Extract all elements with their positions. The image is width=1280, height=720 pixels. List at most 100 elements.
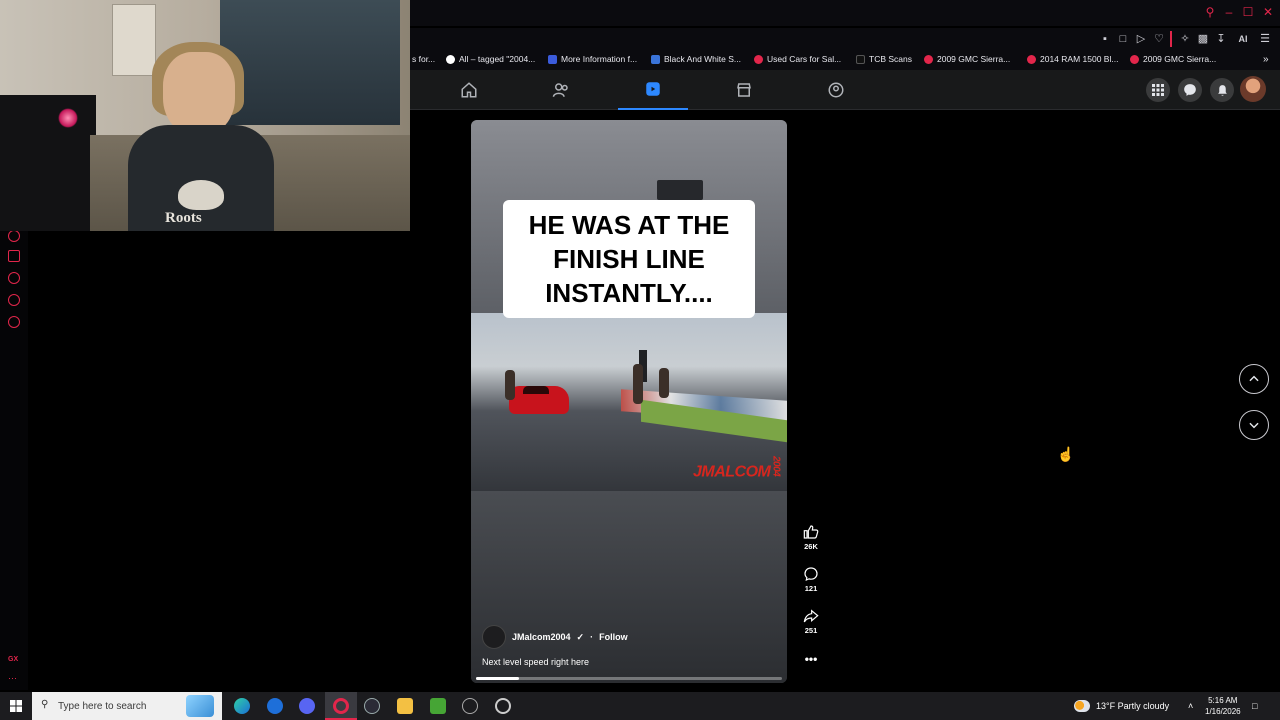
- clock-time: 5:16 AM: [1208, 696, 1238, 705]
- opera-gx-icon: [333, 698, 349, 714]
- bookmark-label: More Information f...: [561, 54, 638, 64]
- reel-owner: JMalcom2004 ✓ · Follow: [482, 625, 628, 649]
- player-icon[interactable]: ▷: [1134, 32, 1148, 46]
- bookmark-item[interactable]: 2009 GMC Sierra...: [924, 54, 1010, 64]
- menu-grid-button[interactable]: [1146, 78, 1170, 102]
- owner-avatar[interactable]: [482, 625, 506, 649]
- bookmark-label: Used Cars for Sal...: [767, 54, 842, 64]
- start-button[interactable]: [0, 692, 32, 720]
- close-icon[interactable]: ✕: [1260, 4, 1276, 20]
- bookmark-favicon-icon: [1027, 54, 1036, 64]
- tab-groups[interactable]: [801, 70, 871, 110]
- avatar[interactable]: [1240, 76, 1266, 102]
- verified-icon: ✓: [576, 631, 585, 642]
- bookmark-item[interactable]: 2014 RAM 1500 Bl...: [1027, 54, 1118, 64]
- clock-date: 1/16/2026: [1205, 707, 1241, 716]
- download-icon[interactable]: ↧: [1214, 32, 1228, 46]
- minimize-icon[interactable]: –: [1221, 4, 1237, 20]
- spectator: [659, 368, 669, 398]
- windows-icon: [10, 700, 22, 712]
- bitdefender-icon[interactable]: [267, 698, 283, 714]
- messenger-icon[interactable]: [8, 250, 20, 262]
- previous-reel-button[interactable]: [1239, 364, 1269, 394]
- obs-icon[interactable]: [364, 698, 380, 714]
- bookmark-item[interactable]: Black And White S...: [651, 54, 741, 64]
- search-placeholder: Type here to search: [58, 700, 147, 712]
- settings-icon[interactable]: [8, 316, 20, 328]
- bookmark-favicon-icon: [856, 54, 865, 64]
- bookmark-item[interactable]: 2009 GMC Sierra...: [1130, 54, 1216, 64]
- heart-icon[interactable]: ♡: [1152, 32, 1166, 46]
- wallet-icon[interactable]: ▩: [1196, 32, 1210, 46]
- ai-button[interactable]: AI: [1232, 32, 1254, 46]
- recording-app-icon[interactable]: [495, 698, 511, 714]
- minecraft-icon[interactable]: [430, 698, 446, 714]
- next-reel-button[interactable]: [1239, 410, 1269, 440]
- search-icon[interactable]: ⚲: [1202, 4, 1218, 20]
- steam-icon[interactable]: [462, 698, 478, 714]
- webcam-hoodie-text: Roots: [165, 210, 202, 226]
- spectator: [633, 364, 643, 404]
- hand-cursor-icon: ☝: [1057, 446, 1075, 462]
- owner-name[interactable]: JMalcom2004: [512, 632, 571, 642]
- friends-icon: [552, 83, 568, 97]
- like-button[interactable]: 26K: [797, 524, 825, 551]
- webcam-overlay: Roots: [0, 0, 410, 231]
- comment-button[interactable]: 121: [797, 566, 825, 593]
- bookmark-item[interactable]: Used Cars for Sal...: [754, 54, 841, 64]
- bell-icon: [1217, 84, 1227, 96]
- race-car-window: [523, 386, 549, 394]
- share-count: 251: [804, 626, 818, 635]
- chevron-down-icon: [1249, 422, 1259, 429]
- taskbar-search-input[interactable]: ⚲ Type here to search: [32, 692, 222, 720]
- tab-marketplace[interactable]: [709, 70, 779, 110]
- bookmark-item[interactable]: More Information f...: [548, 54, 637, 64]
- history-icon[interactable]: [8, 272, 20, 284]
- maximize-icon[interactable]: ☐: [1240, 4, 1256, 20]
- bookmark-label: All – tagged "2004...: [459, 54, 536, 64]
- bookmark-item[interactable]: TCB Scans: [856, 54, 912, 64]
- bookmarks-overflow-icon[interactable]: »: [1263, 54, 1269, 65]
- bookmark-favicon-icon: [548, 54, 557, 64]
- tray-overflow-icon[interactable]: ˄: [1188, 692, 1193, 720]
- bookmark-item[interactable]: s for...: [412, 54, 435, 64]
- webcam-face: [163, 52, 235, 136]
- whatsapp-icon[interactable]: [8, 294, 20, 306]
- gx-control-icon[interactable]: [8, 230, 20, 242]
- notification-center-icon[interactable]: □: [1252, 692, 1257, 720]
- opera-gx-taskbar-item[interactable]: [325, 692, 357, 720]
- watermark: JMALCOM2004: [693, 456, 781, 481]
- bookmark-label: s for...: [412, 54, 436, 64]
- snapshot-icon[interactable]: □: [1116, 32, 1130, 46]
- extensions-icon[interactable]: ✧: [1178, 32, 1192, 46]
- share-button[interactable]: 251: [797, 608, 825, 635]
- comment-icon: [804, 567, 818, 582]
- bookmark-label: 2014 RAM 1500 Bl...: [1040, 54, 1119, 64]
- reel-video[interactable]: HE WAS AT THE FINISH LINE INSTANTLY.... …: [471, 120, 787, 683]
- menu-icon[interactable]: ☰: [1258, 32, 1272, 46]
- pin-icon[interactable]: ▪: [1098, 32, 1112, 46]
- discord-icon[interactable]: [299, 698, 315, 714]
- edge-icon[interactable]: [234, 698, 250, 714]
- weather-icon: [1074, 700, 1090, 712]
- weather-widget[interactable]: 13°F Partly cloudy: [1074, 692, 1169, 720]
- like-icon: [803, 525, 819, 539]
- webcam-curtain: [220, 0, 400, 125]
- clock[interactable]: 5:16 AM 1/16/2026: [1205, 692, 1241, 720]
- watermark-text: JMALCOM: [693, 463, 771, 481]
- share-icon: [803, 609, 819, 623]
- follow-button[interactable]: Follow: [599, 632, 628, 642]
- file-explorer-icon[interactable]: [397, 698, 413, 714]
- notifications-button[interactable]: [1210, 78, 1234, 102]
- tab-home[interactable]: [434, 70, 504, 110]
- tab-reels[interactable]: [618, 70, 688, 110]
- dot-separator: ·: [590, 632, 594, 642]
- messenger-button[interactable]: [1178, 78, 1202, 102]
- bookmark-favicon-icon: [651, 54, 660, 64]
- video-progress-bar[interactable]: [476, 677, 782, 680]
- more-icon[interactable]: ⋯: [8, 673, 17, 684]
- tab-friends[interactable]: [526, 70, 596, 110]
- more-options-icon[interactable]: •••: [797, 652, 825, 666]
- search-icon: ⚲: [41, 699, 49, 710]
- bookmark-item[interactable]: All – tagged "2004...: [446, 54, 535, 64]
